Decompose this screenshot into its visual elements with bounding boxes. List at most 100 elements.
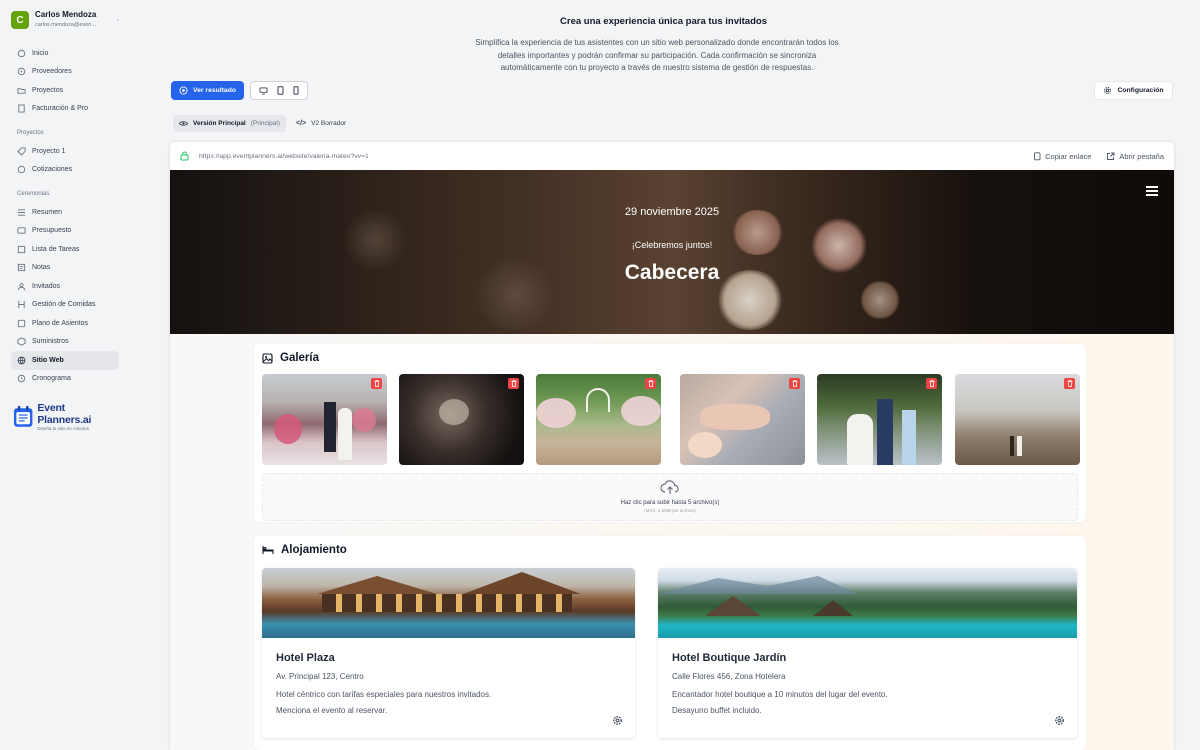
sidebar-item-label: Cronograma (32, 375, 71, 383)
config-button[interactable]: Configuración (1094, 81, 1173, 100)
website-preview: https://app.eventplanners.ai/website/val… (170, 142, 1174, 750)
tab-main-label: Versión Principal (193, 120, 246, 127)
budget-icon (17, 226, 26, 235)
tab-main-version[interactable]: Versión Principal (Principal) (173, 115, 287, 132)
gallery-photo[interactable] (399, 374, 524, 465)
trash-icon (1067, 380, 1072, 387)
code-icon: </> (296, 120, 307, 127)
version-tabs: Versión Principal (Principal) </> V2 Bor… (173, 115, 352, 132)
seat-icon (17, 319, 26, 328)
hero-subtitle: ¡Celebremos juntos! (631, 240, 713, 250)
user-email: carlos.mendoza@even... (35, 22, 96, 28)
gallery-photo[interactable] (262, 374, 387, 465)
trash-icon (929, 380, 934, 387)
gallery-photo[interactable] (536, 374, 661, 465)
sidebar-item-label: Inicio (32, 49, 49, 57)
brand-logo[interactable]: Event Planners.ai Diseña tu sitio en min… (11, 402, 119, 431)
tab-main-badge: (Principal) (250, 120, 281, 127)
gallery-photo[interactable] (817, 374, 942, 465)
brand-tagline: Diseña tu sitio en minutos (37, 426, 89, 431)
hero-title[interactable]: Cabecera (170, 261, 1174, 285)
view-result-button[interactable]: Ver resultado (171, 81, 244, 100)
hotel-description: Hotel céntrico con tarifas especiales pa… (276, 690, 492, 715)
sidebar-item-label: Gestión de Comidas (32, 301, 96, 309)
hotel-address: Av. Principal 123, Centro (276, 672, 364, 681)
hotel-photo (262, 568, 635, 638)
sidebar-item-label: Resumen (32, 208, 62, 216)
section-ceremonies: Ceremonias (17, 191, 50, 197)
menu-icon[interactable] (1146, 186, 1158, 196)
view-result-label: Ver resultado (192, 87, 237, 94)
sidebar-item-label: Facturación & Pro (32, 105, 89, 113)
checklist-icon (17, 245, 26, 254)
mobile-icon[interactable] (293, 86, 299, 95)
upload-dropzone[interactable]: Haz clic para subir hasta 5 archivo(s) (… (262, 473, 1078, 521)
sidebar-item-suministros[interactable]: Suministros (11, 333, 119, 352)
sidebar-item-proveedores[interactable]: Proveedores (11, 63, 119, 82)
sidebar-item-label: Proyectos (32, 86, 64, 94)
trash-icon (648, 380, 653, 387)
user-name: Carlos Mendoza (35, 10, 97, 19)
page-title: Crea una experiencia única para tus invi… (560, 16, 767, 27)
tablet-icon[interactable] (277, 86, 284, 95)
delete-photo-button[interactable] (508, 378, 519, 389)
user-profile[interactable]: C Carlos Mendoza carlos.mendoza@even... … (11, 10, 119, 30)
gallery-section: Galería Haz clic para subir hasta 5 arch… (254, 344, 1086, 522)
open-tab-label: Abrir pestaña (1119, 151, 1164, 161)
main-content: Crea una experiencia única para tus invi… (127, 0, 1200, 750)
upload-text: Haz clic para subir hasta 5 archivo(s) (620, 500, 720, 506)
lock-icon (180, 151, 189, 161)
hero-header: 29 noviembre 2025 ¡Celebremos juntos! Ca… (170, 170, 1174, 334)
delete-photo-button[interactable] (1064, 378, 1075, 389)
gallery-photo[interactable] (680, 374, 805, 465)
hotel-description: Encantador hotel boutique a 10 minutos d… (672, 690, 888, 715)
sidebar-item-resumen[interactable]: Resumen (11, 203, 119, 222)
sidebar-item-inicio[interactable]: Inicio (11, 44, 119, 63)
upload-hint: (MAX. 2.5MB por archivo) (644, 508, 696, 513)
gear-icon[interactable] (1054, 715, 1065, 726)
clock-icon (17, 374, 26, 383)
tab-draft-version[interactable]: </> V2 Borrador (290, 115, 352, 132)
hotel-card[interactable]: Hotel Plaza Av. Principal 123, Centro Ho… (262, 568, 635, 738)
gallery-title: Galería (280, 352, 319, 364)
sidebar-item-label: Cotizaciones (32, 166, 73, 174)
sidebar-item-proyectos[interactable]: Proyectos (11, 81, 119, 100)
sidebar-item-lista-tareas[interactable]: Lista de Tareas (11, 240, 119, 259)
sidebar-item-invitados[interactable]: Invitados (11, 277, 119, 296)
delete-photo-button[interactable] (371, 378, 382, 389)
desktop-icon[interactable] (259, 86, 268, 95)
sidebar-item-cotizaciones[interactable]: Cotizaciones (11, 161, 119, 180)
sidebar-item-label: Proyecto 1 (32, 147, 66, 155)
delete-photo-button[interactable] (789, 378, 800, 389)
delete-photo-button[interactable] (645, 378, 656, 389)
avatar: C (11, 11, 29, 29)
page-description: Simplifica la experiencia de tus asisten… (475, 38, 839, 72)
open-tab-button[interactable]: Abrir pestaña (1106, 152, 1164, 161)
copy-link-button[interactable]: Copiar enlace (1033, 152, 1091, 161)
sidebar-item-label: Sitio Web (32, 356, 64, 364)
sidebar-item-sitio-web[interactable]: Sitio Web (11, 351, 119, 370)
sidebar-item-presupuesto[interactable]: Presupuesto (11, 222, 119, 241)
expand-icon[interactable]: ◦ (117, 17, 119, 24)
gear-icon[interactable] (612, 715, 623, 726)
sidebar-item-cronograma[interactable]: Cronograma (11, 370, 119, 389)
section-projects: Proyectos (17, 130, 44, 136)
lodging-title: Alojamiento (281, 544, 347, 556)
gear-icon (1104, 87, 1112, 94)
globe-icon (17, 356, 26, 365)
delete-photo-button[interactable] (926, 378, 937, 389)
trash-icon (792, 380, 797, 387)
sidebar-item-notas[interactable]: Notas (11, 259, 119, 278)
gallery-photo[interactable] (955, 374, 1080, 465)
sidebar-item-asientos[interactable]: Plano de Asientos (11, 314, 119, 333)
sidebar-item-comidas[interactable]: Gestión de Comidas (11, 296, 119, 315)
sidebar-item-proyecto-1[interactable]: Proyecto 1 (11, 142, 119, 161)
url-bar: https://app.eventplanners.ai/website/val… (170, 142, 1174, 170)
sidebar-item-label: Lista de Tareas (32, 245, 80, 253)
invoice-icon (17, 104, 26, 113)
url-text[interactable]: https://app.eventplanners.ai/website/val… (199, 153, 369, 160)
hotel-card[interactable]: Hotel Boutique Jardín Calle Flores 456, … (658, 568, 1077, 738)
eye-icon (179, 121, 188, 126)
device-selector (250, 81, 308, 100)
sidebar-item-facturacion[interactable]: Facturación & Pro (11, 100, 119, 119)
